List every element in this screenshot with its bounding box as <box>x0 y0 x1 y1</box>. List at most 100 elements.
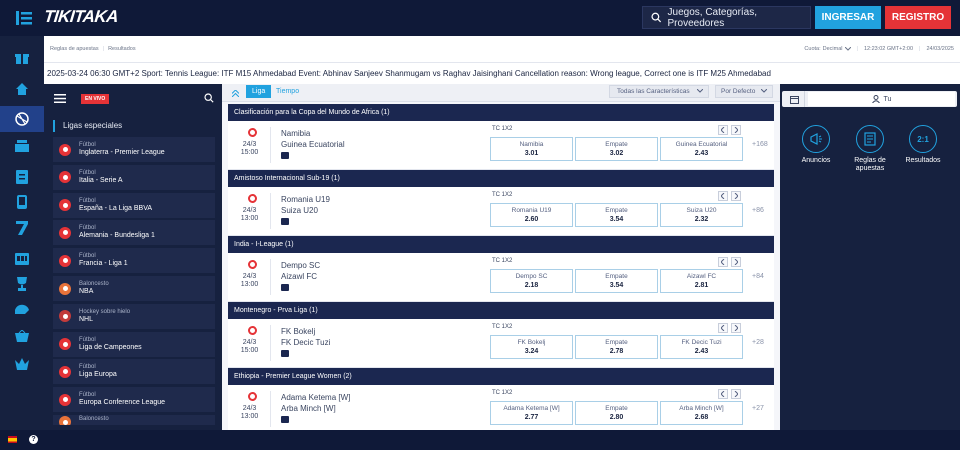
odds-button[interactable]: Dempo SC 2.18 <box>490 269 573 293</box>
odds-button[interactable]: Adama Ketema [W] 2.77 <box>490 401 573 425</box>
breadcrumb-results[interactable]: Resultados <box>108 46 136 52</box>
sports-icon[interactable] <box>0 106 44 132</box>
features-select[interactable]: Todas las Características <box>609 85 709 98</box>
search-icon[interactable] <box>204 93 214 103</box>
tab-league[interactable]: Liga <box>246 85 272 98</box>
odds-format-select[interactable]: Decimal <box>823 46 843 52</box>
stats-icon[interactable] <box>281 284 289 291</box>
home-team[interactable]: FK Bokelj <box>281 327 315 336</box>
collapse-icon[interactable] <box>228 87 242 99</box>
phone-icon[interactable] <box>12 192 32 212</box>
league-item[interactable]: Fútbol Liga de Campeones <box>53 331 215 357</box>
home-team[interactable]: Namibia <box>281 129 310 138</box>
chevron-left-icon[interactable] <box>718 125 728 135</box>
more-markets-link[interactable]: +28 <box>752 339 764 346</box>
search-input[interactable]: Juegos, Categorías, Proveedores <box>642 6 811 29</box>
tab-time[interactable]: Tiempo <box>276 85 299 98</box>
odds-button[interactable]: FK Bokelj 3.24 <box>490 335 573 359</box>
odds-button[interactable]: Namibia 3.01 <box>490 137 573 161</box>
league-header[interactable]: Ethiopia - Premier League Women (2) <box>228 368 774 385</box>
speed-icon[interactable] <box>12 300 32 320</box>
league-header[interactable]: Montenegro - Prva Liga (1) <box>228 302 774 319</box>
league-item[interactable]: Fútbol Italia - Serie A <box>53 164 215 190</box>
chevron-right-icon[interactable] <box>731 125 741 135</box>
calendar-icon[interactable] <box>784 91 805 107</box>
chevron-right-icon[interactable] <box>731 323 741 333</box>
chevron-left-icon[interactable] <box>718 257 728 267</box>
odds-button[interactable]: Aizawl FC 2.81 <box>660 269 743 293</box>
slots-icon[interactable] <box>12 249 32 269</box>
gift-icon[interactable] <box>12 48 32 68</box>
help-icon[interactable]: ? <box>29 435 38 444</box>
league-item[interactable]: Fútbol Liga Europa <box>53 359 215 385</box>
league-header[interactable]: Clasificación para la Copa del Mundo de … <box>228 104 774 121</box>
coupon-icon[interactable] <box>12 167 32 187</box>
odds-button[interactable]: Empate 2.78 <box>575 335 658 359</box>
announcements-button[interactable] <box>802 125 830 153</box>
trophy-icon[interactable] <box>12 274 32 294</box>
home-team[interactable]: Adama Ketema [W] <box>281 393 350 402</box>
league-header[interactable]: India - I-League (1) <box>228 236 774 253</box>
event-row[interactable]: 24/3 15:00 Namibia Guinea Ecuatorial TC 1X2 N… <box>228 121 774 170</box>
odds-button[interactable]: Empate 2.80 <box>575 401 658 425</box>
stats-icon[interactable] <box>281 152 289 159</box>
odds-button[interactable]: Guinea Ecuatorial 2.43 <box>660 137 743 161</box>
chevron-left-icon[interactable] <box>718 191 728 201</box>
sort-select[interactable]: Por Defecto <box>715 85 773 98</box>
crown-icon[interactable] <box>12 354 32 374</box>
away-team[interactable]: Arba Minch [W] <box>281 404 336 413</box>
league-header[interactable]: Amistoso Internacional Sub-19 (1) <box>228 170 774 187</box>
more-markets-link[interactable]: +84 <box>752 273 764 280</box>
chevron-right-icon[interactable] <box>731 191 741 201</box>
league-item[interactable]: Hockey sobre hielo NHL <box>53 303 215 329</box>
chevron-left-icon[interactable] <box>718 389 728 399</box>
menu-icon[interactable] <box>16 11 32 25</box>
more-markets-link[interactable]: +168 <box>752 141 768 148</box>
odds-button[interactable]: FK Decic Tuzi 2.43 <box>660 335 743 359</box>
chevron-left-icon[interactable] <box>718 323 728 333</box>
language-flag-icon[interactable] <box>8 436 17 443</box>
odds-button[interactable]: Empate 3.02 <box>575 137 658 161</box>
odds-button[interactable]: Romania U19 2.60 <box>490 203 573 227</box>
hamburger-icon[interactable] <box>54 94 66 103</box>
seven-icon[interactable] <box>12 218 32 238</box>
league-item[interactable]: Baloncesto NBA <box>53 276 215 301</box>
away-team[interactable]: Aizawl FC <box>281 272 317 281</box>
away-team[interactable]: FK Decic Tuzi <box>281 338 330 347</box>
chevron-right-icon[interactable] <box>731 257 741 267</box>
basket-icon[interactable] <box>12 326 32 346</box>
more-markets-link[interactable]: +27 <box>752 405 764 412</box>
home-icon[interactable] <box>12 79 32 99</box>
odds-button[interactable]: Empate 3.54 <box>575 269 658 293</box>
live-badge[interactable]: EN VIVO <box>81 94 110 104</box>
stats-icon[interactable] <box>281 218 289 225</box>
event-row[interactable]: 24/3 13:00 Dempo SC Aizawl FC TC 1X2 Dempo SC… <box>228 253 774 302</box>
away-team[interactable]: Guinea Ecuatorial <box>281 140 345 149</box>
league-item[interactable]: Baloncesto <box>53 415 215 425</box>
home-team[interactable]: Romania U19 <box>281 195 330 204</box>
stadium-icon[interactable] <box>12 136 32 156</box>
away-team[interactable]: Suiza U20 <box>281 206 318 215</box>
event-row[interactable]: 24/3 13:00 Romania U19 Suiza U20 TC 1X2 Roman… <box>228 187 774 236</box>
odds-button[interactable]: Arba Minch [W] 2.68 <box>660 401 743 425</box>
betting-rules-button[interactable] <box>856 125 884 153</box>
odds-button[interactable]: Empate 3.54 <box>575 203 658 227</box>
event-row[interactable]: 24/3 13:00 Adama Ketema [W] Arba Minch [W] T… <box>228 385 774 430</box>
results-button[interactable]: 2:1 <box>909 125 937 153</box>
stats-icon[interactable] <box>281 350 289 357</box>
event-row[interactable]: 24/3 15:00 FK Bokelj FK Decic Tuzi TC 1X2 FK … <box>228 319 774 368</box>
more-markets-link[interactable]: +86 <box>752 207 764 214</box>
brand-logo[interactable]: TIKITAKA <box>43 7 119 27</box>
register-button[interactable]: REGISTRO <box>885 6 951 29</box>
league-item[interactable]: Fútbol Europa Conference League <box>53 387 215 413</box>
league-item[interactable]: Fútbol Alemania - Bundesliga 1 <box>53 220 215 246</box>
breadcrumb-rules[interactable]: Reglas de apuestas <box>50 46 99 52</box>
league-item[interactable]: Fútbol España - La Liga BBVA <box>53 192 215 218</box>
league-item[interactable]: Fútbol Inglaterra - Premier League <box>53 137 215 162</box>
login-button[interactable]: INGRESAR <box>815 6 881 29</box>
user-tab[interactable]: Tu <box>808 92 955 106</box>
league-item[interactable]: Fútbol Francia - Liga 1 <box>53 248 215 274</box>
home-team[interactable]: Dempo SC <box>281 261 320 270</box>
stats-icon[interactable] <box>281 416 289 423</box>
chevron-right-icon[interactable] <box>731 389 741 399</box>
